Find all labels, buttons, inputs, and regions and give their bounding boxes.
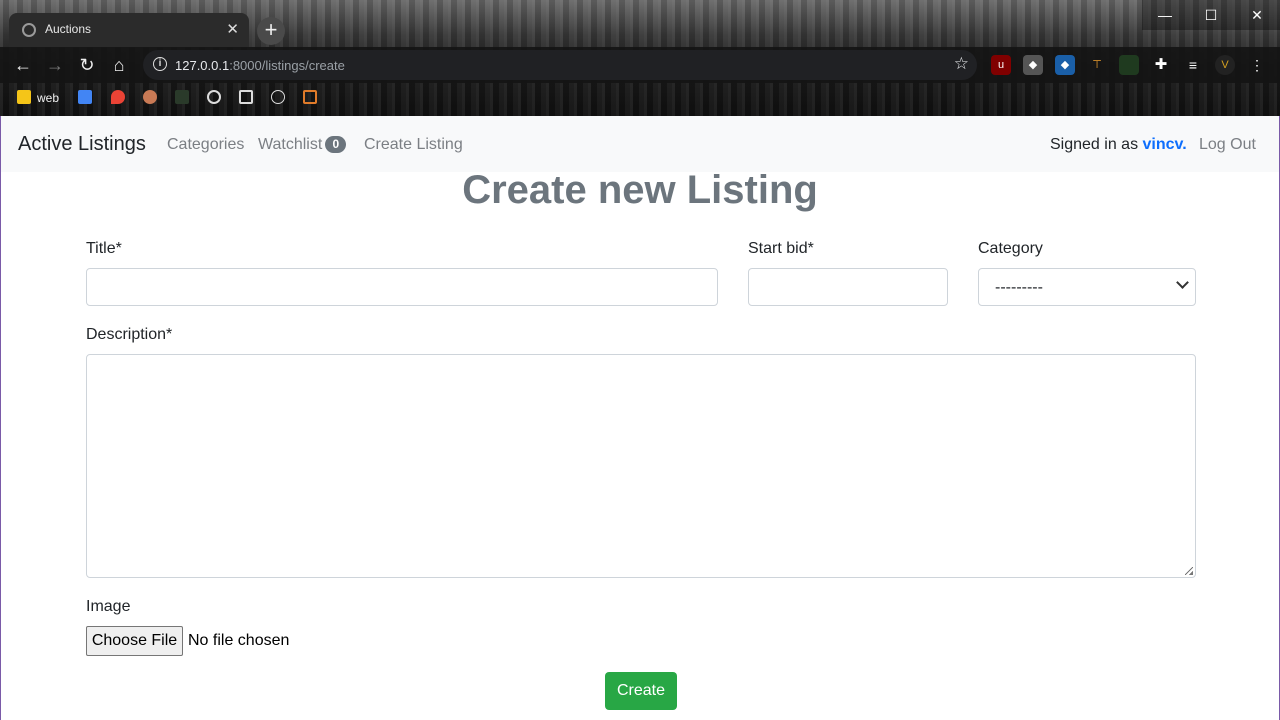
signed-in-status: Signed in as vincv.	[1050, 136, 1187, 154]
tab-favicon-icon	[22, 23, 36, 37]
site-navbar: Active Listings Categories Watchlist 0 Cr…	[1, 116, 1279, 172]
start-bid-input[interactable]	[748, 268, 948, 306]
puzzle-extensions-icon[interactable]: ✚	[1151, 55, 1171, 75]
nav-watchlist-label: Watchlist	[258, 136, 323, 153]
green-extension-icon[interactable]	[1119, 55, 1139, 75]
url-text[interactable]: 127.0.0.1:8000/listings/create	[175, 58, 345, 73]
extension-icon[interactable]: ◆	[1023, 55, 1043, 75]
folder-icon	[17, 90, 31, 104]
category-select[interactable]: ---------	[978, 268, 1196, 306]
resize-handle-icon[interactable]	[1185, 567, 1193, 575]
reload-icon[interactable]: ↻	[75, 53, 99, 77]
home-icon[interactable]: ⌂	[107, 53, 131, 77]
title-input[interactable]	[86, 268, 718, 306]
browser-toolbar: ← → ↻ ⌂ i 127.0.0.1:8000/listings/create…	[0, 47, 1280, 83]
logout-link[interactable]: Log Out	[1199, 136, 1256, 154]
circle-icon	[207, 90, 221, 104]
bookmarks-bar: web	[0, 84, 1280, 112]
nav-categories[interactable]: Categories	[167, 136, 244, 154]
browser-chrome: Auctions ✕ + — ☐ ✕ ← → ↻ ⌂ i 127.0.0.1:8…	[0, 0, 1280, 116]
map-pin-icon	[111, 90, 125, 104]
orange-app-icon	[303, 90, 317, 104]
signed-in-prefix: Signed in as	[1050, 136, 1139, 153]
bookmark-circle[interactable]	[207, 89, 227, 107]
create-button[interactable]: Create	[605, 672, 677, 710]
choose-file-button[interactable]: Choose File	[86, 626, 183, 656]
category-label: Category	[978, 240, 1043, 257]
web-page: Active Listings Categories Watchlist 0 Cr…	[0, 116, 1280, 720]
asterisk-icon	[175, 90, 189, 104]
bookmark-star-icon[interactable]: ☆	[954, 54, 969, 74]
description-textarea[interactable]	[86, 354, 1196, 578]
nav-watchlist[interactable]: Watchlist 0	[258, 136, 347, 154]
chevron-down-icon	[1176, 276, 1189, 289]
new-tab-button[interactable]: +	[257, 17, 285, 45]
profile-avatar-icon[interactable]: V	[1215, 55, 1235, 75]
brand-active-listings[interactable]: Active Listings	[18, 133, 146, 156]
nav-create-listing[interactable]: Create Listing	[364, 136, 463, 154]
ublock-extension-icon[interactable]: u	[991, 55, 1011, 75]
forward-icon[interactable]: →	[43, 53, 67, 77]
bookmark-orange[interactable]	[303, 89, 323, 107]
site-info-icon[interactable]: i	[153, 57, 167, 71]
bookmark-google-translate[interactable]	[78, 89, 98, 107]
tab-close-icon[interactable]: ✕	[226, 20, 239, 38]
title-label: Title*	[86, 240, 122, 257]
file-status-text: No file chosen	[188, 632, 290, 649]
bookmark-maps[interactable]	[111, 89, 131, 107]
browser-tab[interactable]: Auctions ✕	[9, 13, 249, 47]
category-selected-value: ---------	[995, 279, 1043, 296]
tv-icon	[239, 90, 253, 104]
pick-extension-icon[interactable]: ⊤	[1087, 55, 1107, 75]
minimize-button[interactable]: —	[1142, 0, 1188, 30]
media-control-icon[interactable]: ≡	[1183, 55, 1203, 75]
image-label: Image	[86, 598, 131, 615]
gem-extension-icon[interactable]: ◆	[1055, 55, 1075, 75]
browser-menu-icon[interactable]: ⋮	[1247, 55, 1267, 75]
angular-icon	[271, 90, 285, 104]
window-close-button[interactable]: ✕	[1234, 0, 1280, 30]
username: vincv.	[1142, 136, 1187, 153]
bookmark-tv[interactable]	[239, 89, 259, 107]
watchlist-count-badge: 0	[325, 136, 347, 153]
maximize-button[interactable]: ☐	[1188, 0, 1234, 30]
bookmark-avatar[interactable]	[143, 89, 163, 107]
tab-title: Auctions	[45, 22, 92, 36]
back-icon[interactable]: ←	[11, 53, 35, 77]
bookmark-folder-web[interactable]: web	[17, 89, 59, 107]
face-icon	[143, 90, 157, 104]
description-label: Description*	[86, 326, 173, 343]
translate-icon	[78, 90, 92, 104]
tab-strip: Auctions ✕ + — ☐ ✕	[0, 0, 1280, 47]
address-bar[interactable]: i 127.0.0.1:8000/listings/create ☆	[143, 50, 977, 80]
bookmark-star[interactable]	[175, 89, 195, 107]
bookmark-angular[interactable]	[271, 89, 291, 107]
start-bid-label: Start bid*	[748, 240, 814, 257]
page-title: Create new Listing	[462, 168, 818, 212]
